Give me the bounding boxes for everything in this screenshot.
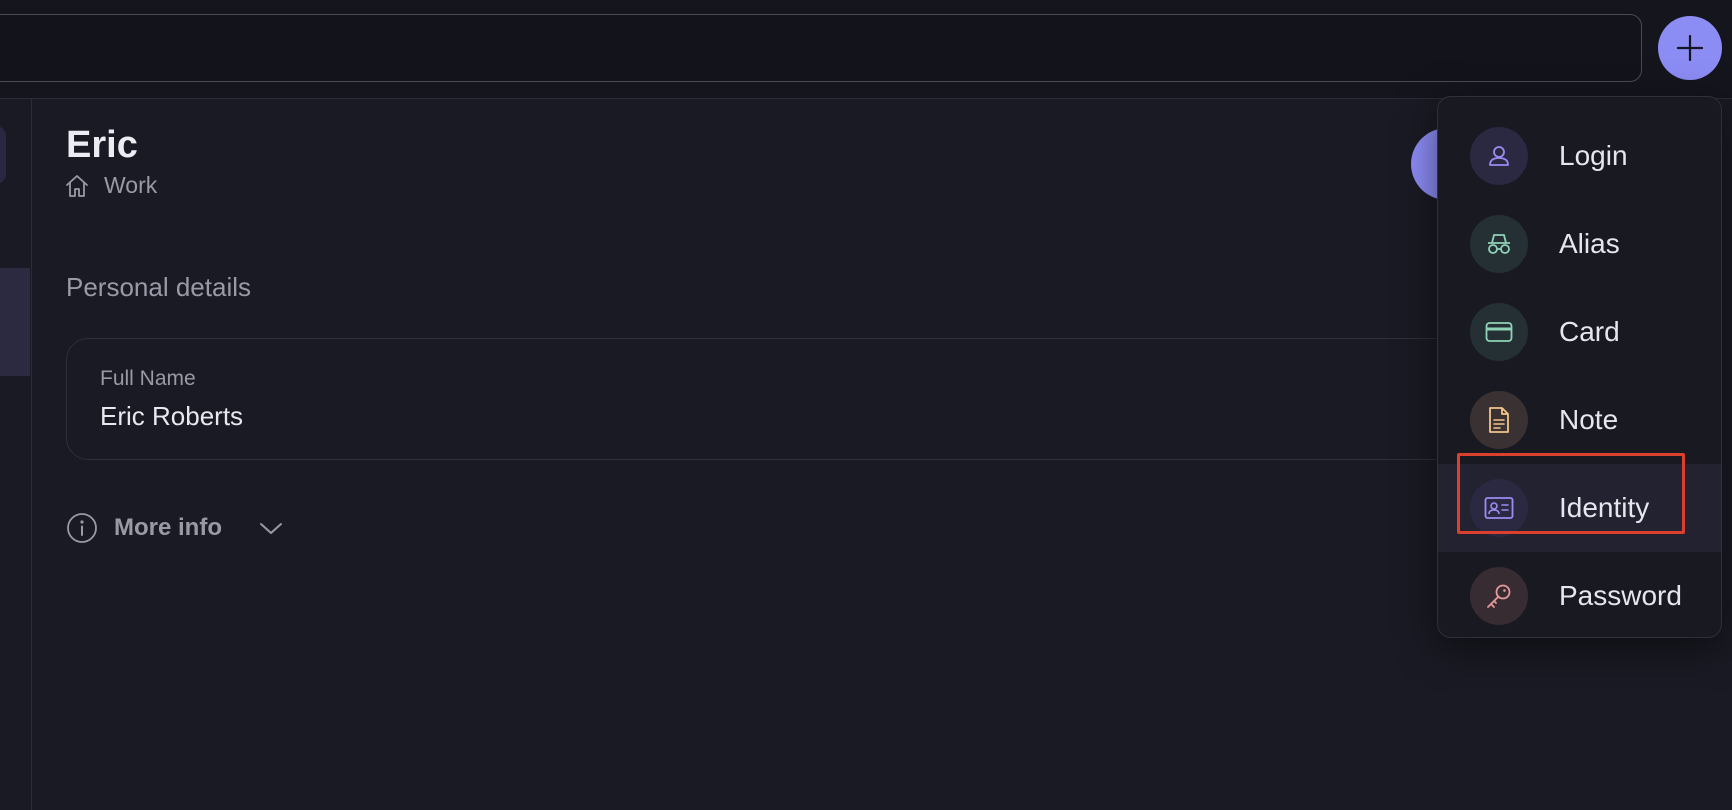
more-info-toggle[interactable]: More info <box>66 512 284 544</box>
menu-item-alias[interactable]: Alias <box>1438 200 1721 288</box>
menu-item-label: Password <box>1559 580 1682 611</box>
menu-item-label: Card <box>1559 316 1620 347</box>
key-icon <box>1470 567 1528 625</box>
item-title: Eric <box>66 124 138 166</box>
document-icon <box>1470 391 1528 449</box>
menu-item-label: Alias <box>1559 228 1620 259</box>
create-item-menu: Login Alias Card Note Identity Password <box>1437 96 1722 638</box>
incognito-icon <box>1470 215 1528 273</box>
menu-item-label: Identity <box>1559 492 1650 523</box>
section-title: Personal details <box>66 272 251 302</box>
full-name-field[interactable]: Full Name Eric Roberts <box>66 338 1566 460</box>
sidebar-divider <box>31 99 32 810</box>
top-bar <box>0 0 1732 98</box>
search-input[interactable] <box>0 14 1642 82</box>
menu-item-identity[interactable]: Identity <box>1438 464 1721 552</box>
vault-badge: Work <box>64 172 157 199</box>
field-value: Eric Roberts <box>100 401 244 431</box>
menu-item-note[interactable]: Note <box>1438 376 1721 464</box>
menu-item-card[interactable]: Card <box>1438 288 1721 376</box>
info-icon <box>67 513 97 543</box>
menu-item-label: Login <box>1559 140 1628 171</box>
plus-icon <box>1676 34 1704 62</box>
menu-item-label: Note <box>1559 404 1619 435</box>
field-label: Full Name <box>100 367 196 390</box>
more-info-label: More info <box>114 514 222 541</box>
home-icon <box>66 174 88 197</box>
sidebar-button[interactable] <box>0 126 6 184</box>
menu-item-login[interactable]: Login <box>1438 112 1721 200</box>
add-item-button[interactable] <box>1658 16 1722 80</box>
id-card-icon <box>1470 479 1528 537</box>
sidebar-selected-item[interactable] <box>0 268 30 376</box>
user-icon <box>1470 127 1528 185</box>
chevron-down-icon <box>260 523 282 534</box>
credit-card-icon <box>1470 303 1528 361</box>
vault-name: Work <box>104 172 158 198</box>
menu-item-password[interactable]: Password <box>1438 552 1721 637</box>
